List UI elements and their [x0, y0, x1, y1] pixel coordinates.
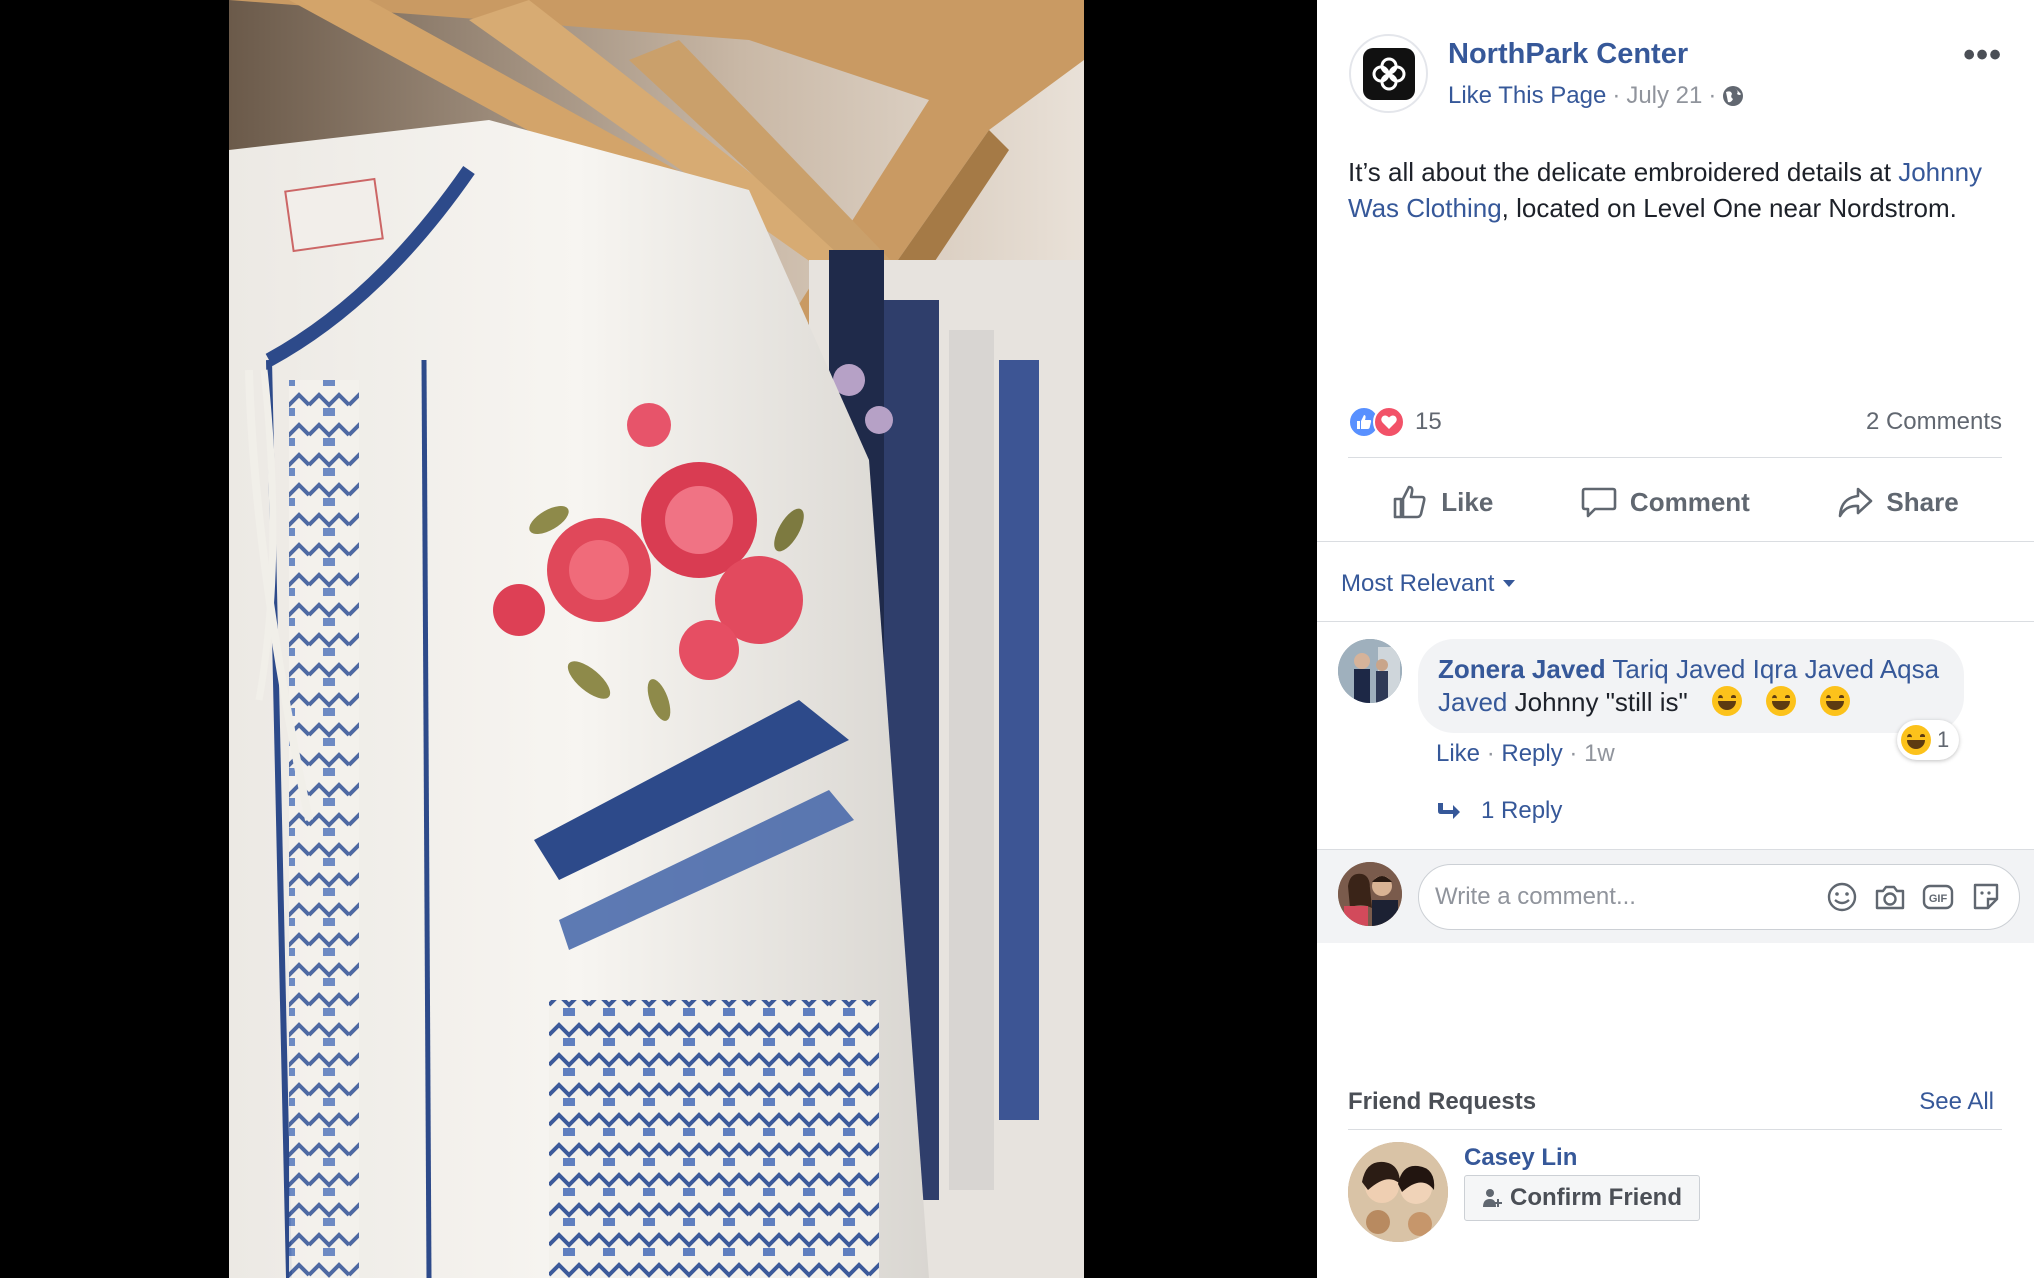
confirm-friend-button[interactable]: Confirm Friend: [1464, 1175, 1700, 1221]
divider: [1348, 1129, 2002, 1130]
meta-separator: ·: [1708, 82, 1717, 109]
comment-input-placeholder: Write a comment...: [1435, 883, 1636, 910]
globe-icon: [1723, 86, 1744, 106]
comment-reaction-badge[interactable]: 1: [1897, 720, 1960, 760]
see-all-link[interactable]: See All: [1919, 1088, 1994, 1116]
post-photo[interactable]: [229, 0, 1084, 1278]
add-friend-icon: [1483, 1189, 1502, 1207]
sticker-icon[interactable]: [1969, 880, 2003, 914]
replies-label: 1 Reply: [1481, 797, 1563, 824]
photo-viewer: [0, 0, 1317, 1278]
caption-text-start: It’s all about the delicate embroidered …: [1348, 157, 1899, 187]
comment-reply-link[interactable]: Reply: [1501, 740, 1562, 767]
current-user-avatar[interactable]: [1338, 862, 1402, 926]
comment-text: Johnny "still is": [1514, 687, 1688, 717]
like-button-label: Like: [1441, 486, 1494, 517]
comment-author-link[interactable]: Zonera Javed: [1438, 654, 1606, 684]
more-options-icon[interactable]: •••: [1963, 36, 2002, 75]
like-page-link[interactable]: Like This Page: [1448, 82, 1606, 110]
comment-time[interactable]: 1w: [1584, 740, 1615, 767]
caption-text-end: , located on Level One near Nordstrom.: [1501, 193, 1957, 223]
post-caption: It’s all about the delicate embroidered …: [1348, 154, 1988, 226]
reactions-summary: 15 2 Comments: [1348, 404, 2002, 440]
comment-button-label: Comment: [1629, 486, 1750, 517]
reaction-icons[interactable]: [1348, 406, 1405, 438]
reply-arrow-icon: [1438, 803, 1460, 819]
comments-count-link[interactable]: 2 Comments: [1866, 408, 2002, 436]
tagged-user-link[interactable]: Iqra Javed: [1753, 654, 1874, 684]
friend-requests-title: Friend Requests: [1348, 1088, 1537, 1115]
svg-text:GIF: GIF: [1929, 893, 1948, 905]
commenter-avatar[interactable]: [1338, 639, 1402, 703]
sort-label: Most Relevant: [1341, 570, 1495, 597]
comment-composer: Write a comment... GIF: [1317, 849, 2034, 943]
comment-input[interactable]: Write a comment... GIF: [1418, 864, 2020, 930]
tagged-user-link[interactable]: Tariq Javed: [1612, 654, 1745, 684]
meta-separator: ·: [1612, 82, 1621, 109]
meta-separator: ·: [1569, 740, 1578, 767]
love-reaction-icon: [1373, 406, 1405, 438]
thumbs-up-icon: [1393, 485, 1426, 519]
tears-of-joy-emoji-icon: [1765, 686, 1796, 716]
emoji-icon[interactable]: [1825, 880, 1859, 914]
comment-reaction-count: 1: [1937, 727, 1950, 752]
like-button[interactable]: Like: [1391, 483, 1493, 521]
share-button[interactable]: Share: [1836, 483, 1959, 521]
page-name-link[interactable]: NorthPark Center: [1448, 38, 1688, 71]
gif-icon[interactable]: GIF: [1921, 880, 1955, 914]
embroidered-blouses-image: [229, 0, 1084, 1278]
divider: [1317, 621, 2034, 622]
comment-sort-dropdown[interactable]: Most Relevant: [1341, 570, 1516, 598]
comment-like-link[interactable]: Like: [1436, 740, 1480, 767]
divider: [1348, 457, 2002, 458]
post-meta: Like This Page · July 21 ·: [1448, 82, 1744, 110]
confirm-friend-label: Confirm Friend: [1510, 1184, 1682, 1211]
post-date[interactable]: July 21: [1626, 82, 1702, 110]
friend-request-name-link[interactable]: Casey Lin: [1464, 1144, 1577, 1172]
meta-separator: ·: [1486, 740, 1495, 767]
comment-meta: Like · Reply · 1w: [1436, 740, 1615, 768]
composer-icons: GIF: [1825, 880, 2003, 914]
friend-request-avatar[interactable]: [1348, 1142, 1448, 1242]
haha-reaction-icon: [1901, 725, 1931, 755]
post-side-panel: NorthPark Center Like This Page · July 2…: [1317, 0, 2034, 1278]
comment-button[interactable]: Comment: [1580, 483, 1750, 521]
comment-bubble: Zonera Javed Tariq Javed Iqra Javed Aqsa…: [1418, 639, 1964, 733]
speech-bubble-icon: [1581, 487, 1617, 518]
tears-of-joy-emoji-icon: [1819, 686, 1850, 716]
share-arrow-icon: [1839, 487, 1873, 518]
post-action-bar: Like Comment Share: [1348, 470, 2002, 534]
divider: [1317, 541, 2034, 542]
share-button-label: Share: [1886, 486, 1959, 517]
caret-down-icon: [1503, 580, 1516, 587]
tears-of-joy-emoji-icon: [1711, 686, 1742, 716]
view-replies-link[interactable]: 1 Reply: [1435, 797, 1562, 825]
reaction-count[interactable]: 15: [1415, 408, 1442, 436]
page-avatar[interactable]: [1349, 34, 1428, 113]
northpark-logo-icon: [1362, 47, 1415, 100]
camera-icon[interactable]: [1873, 880, 1907, 914]
